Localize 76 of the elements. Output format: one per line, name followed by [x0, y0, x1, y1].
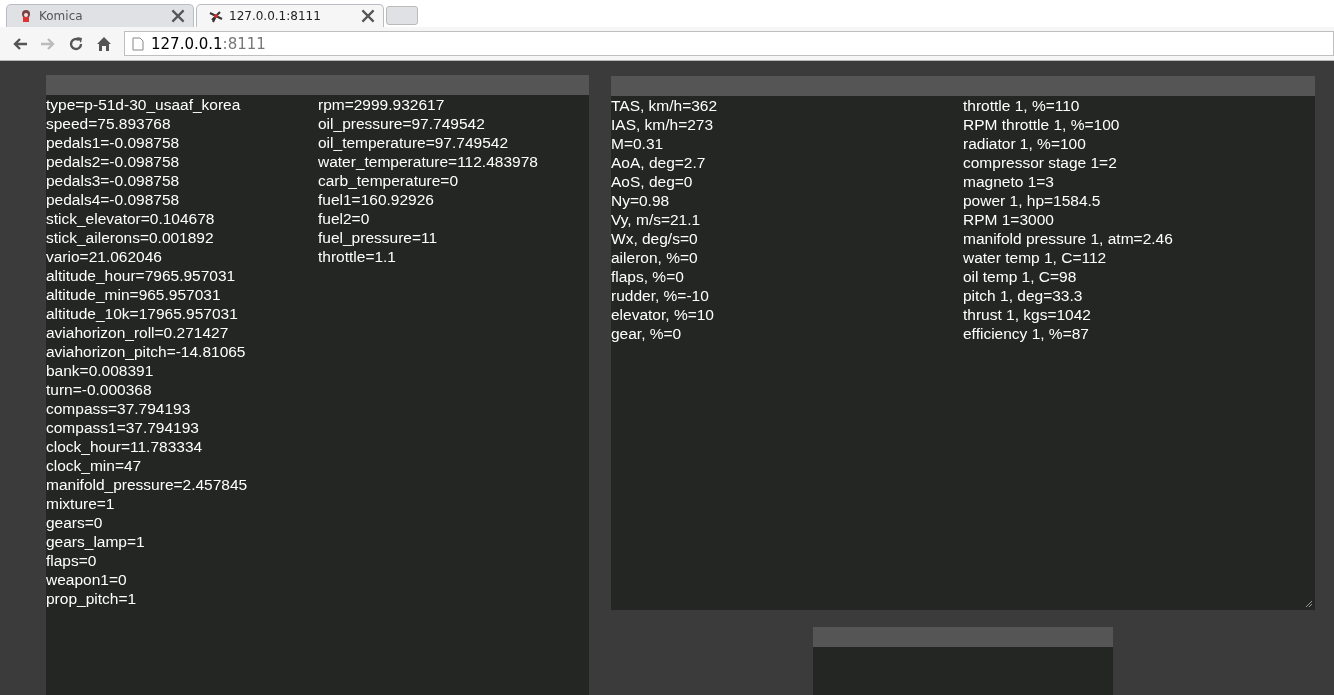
- value-line: pedals2=-0.098758: [46, 152, 181, 171]
- character-icon: [19, 9, 33, 23]
- value-line: pedals4=-0.098758: [46, 190, 181, 209]
- value-line: water temp 1, C=112: [963, 248, 1108, 267]
- value-line: RPM throttle 1, %=100: [963, 115, 1121, 134]
- value-line: rpm=2999.932617: [318, 95, 446, 114]
- value-line: throttle 1, %=110: [963, 96, 1081, 115]
- reload-icon: [67, 34, 85, 53]
- value-line: stick_elevator=0.104678: [46, 209, 216, 228]
- value-line: manifold_pressure=2.457845: [46, 475, 249, 494]
- plane-icon: [209, 9, 223, 23]
- value-line: aileron, %=0: [611, 248, 699, 267]
- value-line: compass1=37.794193: [46, 418, 200, 437]
- tab-title: Komica: [39, 9, 84, 23]
- value-line: pedals1=-0.098758: [46, 133, 181, 152]
- value-line: prop_pitch=1: [46, 589, 138, 608]
- resize-grip-icon: [1305, 600, 1313, 608]
- value-line: altitude_hour=7965.957031: [46, 266, 237, 285]
- value-line: radiator 1, %=100: [963, 134, 1087, 153]
- value-line: gears_lamp=1: [46, 532, 146, 551]
- value-line: flaps=0: [46, 551, 98, 570]
- value-line: gears=0: [46, 513, 104, 532]
- value-line: thrust 1, kgs=1042: [963, 305, 1092, 324]
- browser-tab[interactable]: Komica: [6, 4, 194, 27]
- value-line: flaps, %=0: [611, 267, 685, 286]
- value-line: AoA, deg=2.7: [611, 153, 707, 172]
- value-line: type=p-51d-30_usaaf_korea: [46, 95, 242, 114]
- value-line: speed=75.893768: [46, 114, 172, 133]
- value-line: compressor stage 1=2: [963, 153, 1118, 172]
- value-line: magneto 1=3: [963, 172, 1055, 191]
- value-line: water_temperature=112.483978: [318, 152, 539, 171]
- value-line: AoS, deg=0: [611, 172, 694, 191]
- value-line: manifold pressure 1, atm=2.46: [963, 229, 1174, 248]
- value-line: fuel2=0: [318, 209, 371, 228]
- value-line: clock_hour=11.783334: [46, 437, 204, 456]
- value-line: pitch 1, deg=33.3: [963, 286, 1084, 305]
- value-line: bank=0.008391: [46, 361, 155, 380]
- value-line: aviahorizon_roll=0.271427: [46, 323, 230, 342]
- value-line: carb_temperature=0: [318, 171, 459, 190]
- value-line: oil_temperature=97.749542: [318, 133, 510, 152]
- value-line: oil_pressure=97.749542: [318, 114, 486, 133]
- value-line: RPM 1=3000: [963, 210, 1055, 229]
- value-line: clock_min=47: [46, 456, 143, 475]
- value-line: efficiency 1, %=87: [963, 324, 1090, 343]
- value-line: altitude_10k=17965.957031: [46, 304, 239, 323]
- value-line: Wx, deg/s=0: [611, 229, 699, 248]
- value-line: fuel_pressure=11: [318, 228, 439, 247]
- value-line: rudder, %=-10: [611, 286, 710, 305]
- value-line: pedals3=-0.098758: [46, 171, 181, 190]
- value-line: altitude_min=965.957031: [46, 285, 222, 304]
- close-icon: [361, 9, 375, 23]
- value-line: Ny=0.98: [611, 191, 671, 210]
- url-text: 127.0.0.1:8111: [151, 34, 266, 53]
- value-line: Vy, m/s=21.1: [611, 210, 702, 229]
- address-field[interactable]: 127.0.0.1:8111: [124, 31, 1334, 56]
- value-line: compass=37.794193: [46, 399, 192, 418]
- value-line: TAS, km/h=362: [611, 96, 719, 115]
- value-line: power 1, hp=1584.5: [963, 191, 1102, 210]
- value-line: M=0.31: [611, 134, 665, 153]
- tab-title: 127.0.0.1:8111: [229, 9, 322, 23]
- home-icon: [95, 34, 113, 53]
- value-line: IAS, km/h=273: [611, 115, 715, 134]
- value-line: weapon1=0: [46, 570, 128, 589]
- value-line: aviahorizon_pitch=-14.81065: [46, 342, 247, 361]
- value-line: turn=-0.000368: [46, 380, 153, 399]
- value-line: fuel1=160.92926: [318, 190, 435, 209]
- value-line: stick_ailerons=0.001892: [46, 228, 215, 247]
- value-line: vario=21.062046: [46, 247, 163, 266]
- value-line: elevator, %=10: [611, 305, 715, 324]
- close-icon: [171, 9, 185, 23]
- value-line: mixture=1: [46, 494, 116, 513]
- browser-tab[interactable]: 127.0.0.1:8111: [196, 4, 384, 27]
- value-line: throttle=1.1: [318, 247, 397, 266]
- page-icon: [131, 36, 145, 51]
- value-line: gear, %=0: [611, 324, 683, 343]
- value-line: oil temp 1, C=98: [963, 267, 1078, 286]
